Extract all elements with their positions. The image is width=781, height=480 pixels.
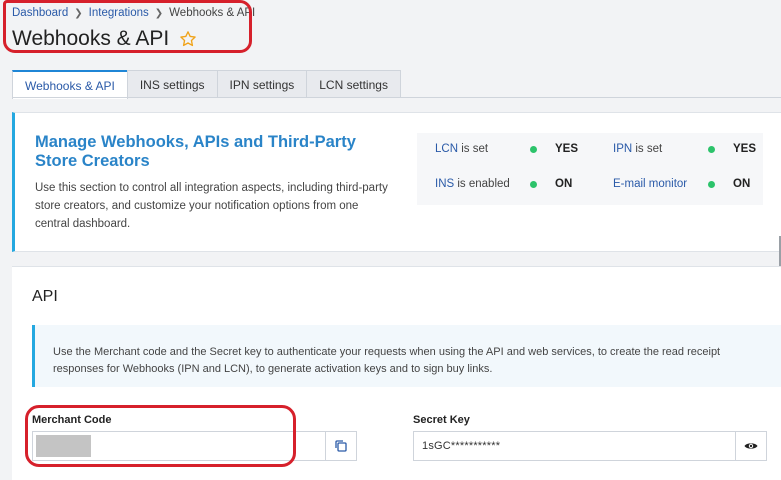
status-email-monitor: E-mail monitor xyxy=(613,178,687,190)
breadcrumb-separator-icon: ❯ xyxy=(154,7,164,19)
secret-key-value: 1sGC*********** xyxy=(422,440,501,452)
star-icon[interactable] xyxy=(179,30,197,48)
status-key[interactable]: E-mail monitor xyxy=(613,178,687,190)
overview-card: Manage Webhooks, APIs and Third-Party St… xyxy=(12,112,781,252)
api-card: API Use the Merchant code and the Secret… xyxy=(12,266,781,480)
overview-title: Manage Webhooks, APIs and Third-Party St… xyxy=(35,133,356,170)
status-panel: LCN is set YES IPN is set YES INS is ena… xyxy=(417,133,763,205)
status-ins: INS is enabled xyxy=(435,178,510,190)
status-suffix: is set xyxy=(635,143,663,155)
tab-ipn-settings[interactable]: IPN settings xyxy=(216,70,308,98)
status-ipn: IPN is set xyxy=(613,143,662,155)
api-info-text: Use the Merchant code and the Secret key… xyxy=(53,346,721,375)
secret-key-field[interactable]: 1sGC*********** xyxy=(413,431,767,461)
status-key[interactable]: LCN xyxy=(435,143,458,155)
page-title-row: Webhooks & API xyxy=(12,27,197,51)
status-ok-icon xyxy=(530,146,537,153)
tab-bar-divider xyxy=(12,97,781,98)
status-lcn: LCN is set xyxy=(435,143,488,155)
overview-description: Use this section to control all integrat… xyxy=(35,182,388,230)
breadcrumb-item-integrations[interactable]: Integrations xyxy=(89,7,149,19)
status-key[interactable]: IPN xyxy=(613,143,632,155)
status-ok-icon xyxy=(708,146,715,153)
tab-lcn-settings[interactable]: LCN settings xyxy=(306,70,401,98)
merchant-code-field[interactable] xyxy=(32,431,357,461)
api-info-box: Use the Merchant code and the Secret key… xyxy=(32,325,781,387)
eye-icon xyxy=(744,443,758,449)
status-key[interactable]: INS xyxy=(435,178,454,190)
status-value: YES xyxy=(733,143,757,155)
status-suffix: is enabled xyxy=(457,178,510,190)
page-title: Webhooks & API xyxy=(12,27,170,50)
reveal-button[interactable] xyxy=(735,431,767,461)
status-suffix: is set xyxy=(461,143,489,155)
merchant-code-label: Merchant Code xyxy=(32,414,112,426)
redacted-value xyxy=(36,435,91,457)
copy-button[interactable] xyxy=(325,431,357,461)
breadcrumb-item-dashboard[interactable]: Dashboard xyxy=(12,7,68,19)
secret-key-label: Secret Key xyxy=(413,414,470,426)
tab-webhooks-api[interactable]: Webhooks & API xyxy=(12,70,128,99)
breadcrumb: Dashboard ❯ Integrations ❯ Webhooks & AP… xyxy=(12,7,255,19)
api-heading: API xyxy=(32,288,58,305)
status-ok-icon xyxy=(530,181,537,188)
tab-ins-settings[interactable]: INS settings xyxy=(126,70,218,98)
breadcrumb-separator-icon: ❯ xyxy=(74,7,83,19)
status-value: YES xyxy=(555,143,579,155)
copy-icon xyxy=(335,440,347,452)
status-ok-icon xyxy=(708,181,715,188)
tab-bar: Webhooks & API INS settings IPN settings… xyxy=(12,70,401,99)
breadcrumb-current: Webhooks & API xyxy=(169,7,256,19)
status-value: ON xyxy=(555,178,573,190)
status-value: ON xyxy=(733,178,751,190)
